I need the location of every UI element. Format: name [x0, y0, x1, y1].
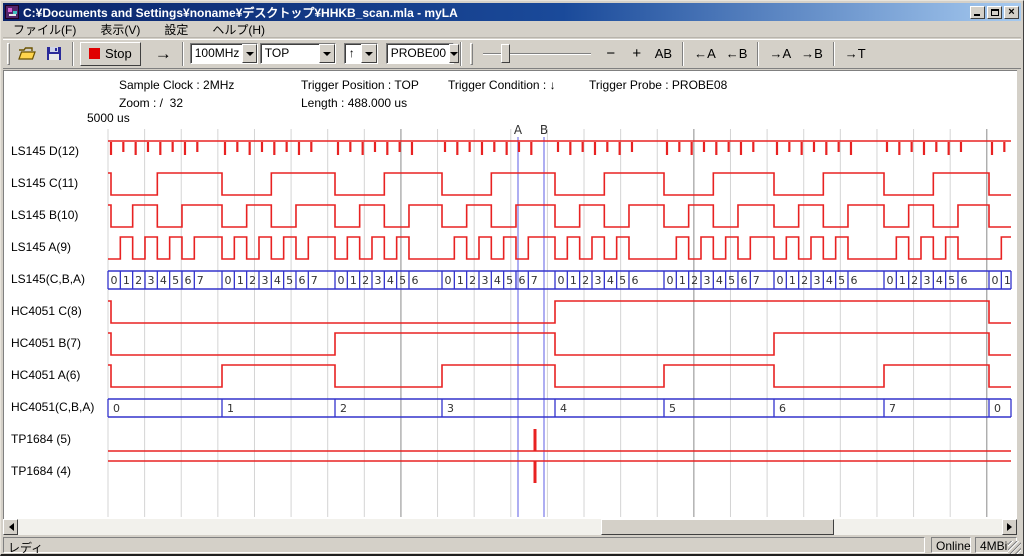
channel-label: TP1684 (4): [11, 464, 71, 478]
channel-label: LS145 A(9): [11, 240, 71, 254]
length-info: Length : 488.000 us: [301, 96, 407, 110]
goto-cursor-a-back-button[interactable]: ←A: [690, 42, 720, 66]
channel-label: LS145(C,B,A): [11, 272, 85, 286]
zoom-slider[interactable]: [483, 43, 591, 65]
minimize-button[interactable]: [970, 6, 985, 19]
scroll-right-icon: [1007, 523, 1016, 531]
status-ready: レディ: [3, 537, 925, 553]
channel-label: LS145 D(12): [11, 144, 79, 158]
toolbar-separator: [460, 42, 462, 66]
sample-clock-info: Sample Clock : 2MHz: [119, 78, 234, 92]
trigger-condition-info: Trigger Condition : ↓: [448, 78, 556, 92]
toolbar-grip: [7, 43, 10, 65]
title-bar: C:¥Documents and Settings¥noname¥デスクトップ¥…: [3, 3, 1021, 21]
horizontal-scrollbar[interactable]: [3, 519, 1017, 535]
save-file-button[interactable]: [42, 42, 66, 66]
maximize-button[interactable]: [987, 6, 1002, 19]
app-icon: [5, 5, 19, 19]
slider-track: [483, 53, 591, 55]
open-folder-icon: [18, 46, 36, 61]
channel-label: HC4051 B(7): [11, 336, 81, 350]
toolbar-separator: [182, 42, 184, 66]
stop-label: Stop: [105, 46, 132, 61]
goto-cursor-b-fwd-button[interactable]: →B: [797, 42, 827, 66]
trigger-edge-value: ↑: [345, 44, 358, 63]
sample-clock-select[interactable]: 100MHz: [190, 43, 258, 64]
sample-clock-value: 100MHz: [191, 44, 243, 63]
toolbar-separator: [72, 42, 74, 66]
toolbar-separator: [757, 42, 759, 66]
toolbar-separator: [682, 42, 684, 66]
close-button[interactable]: ×: [1004, 6, 1019, 19]
status-online: Online: [931, 537, 971, 553]
menu-bar: ファイル(F) 表示(V) 設定 ヘルプ(H): [3, 21, 1021, 38]
open-file-button[interactable]: [14, 42, 40, 66]
save-floppy-icon: [46, 46, 62, 61]
channel-label: LS145 C(11): [11, 176, 78, 190]
resize-grip[interactable]: [1008, 541, 1021, 554]
trigger-position-select[interactable]: TOP: [260, 43, 336, 64]
goto-cursor-a-fwd-button[interactable]: →A: [765, 42, 795, 66]
stop-icon: [89, 48, 100, 59]
channel-label: HC4051(C,B,A): [11, 400, 94, 414]
stop-button[interactable]: Stop: [80, 42, 141, 66]
minimize-icon: [974, 14, 980, 16]
dropdown-arrow-icon[interactable]: [319, 44, 335, 63]
scrollbar-thumb[interactable]: [601, 519, 834, 535]
toolbar-grip: [470, 43, 473, 65]
trigger-position-value: TOP: [261, 44, 292, 63]
dropdown-arrow-icon[interactable]: [361, 44, 377, 63]
zoom-info: Zoom : / 32: [119, 96, 183, 110]
dropdown-arrow-icon[interactable]: [242, 44, 256, 63]
goto-trigger-button[interactable]: →T: [841, 42, 870, 66]
window-title: C:¥Documents and Settings¥noname¥デスクトップ¥…: [23, 4, 968, 21]
dropdown-arrow-icon[interactable]: [449, 44, 459, 63]
channel-label: TP1684 (5): [11, 432, 71, 446]
probe-value: PROBE00: [387, 44, 449, 63]
zoom-out-button[interactable]: −: [599, 42, 623, 66]
probe-select[interactable]: PROBE00: [386, 43, 454, 64]
menu-settings[interactable]: 設定: [156, 20, 196, 39]
trigger-position-info: Trigger Position : TOP: [301, 78, 419, 92]
scroll-right-button[interactable]: [1002, 519, 1017, 535]
toolbar: Stop → 100MHz TOP ↑ PROBE00 − + AB ←A: [3, 39, 1021, 69]
run-button[interactable]: →: [151, 42, 176, 66]
goto-cursor-b-back-button[interactable]: ←B: [722, 42, 752, 66]
scroll-left-icon: [5, 523, 14, 531]
menu-help[interactable]: ヘルプ(H): [204, 20, 273, 39]
zoom-in-button[interactable]: +: [625, 42, 649, 66]
trigger-probe-info: Trigger Probe : PROBE08: [589, 78, 727, 92]
channel-label: HC4051 A(6): [11, 368, 80, 382]
channel-label: HC4051 C(8): [11, 304, 82, 318]
toolbar-separator: [833, 42, 835, 66]
ab-zoom-button[interactable]: AB: [651, 42, 676, 66]
menu-view[interactable]: 表示(V): [92, 20, 148, 39]
channel-label: LS145 B(10): [11, 208, 78, 222]
scroll-left-button[interactable]: [3, 519, 18, 535]
menu-file[interactable]: ファイル(F): [5, 20, 84, 39]
trigger-edge-select[interactable]: ↑: [344, 43, 378, 64]
time-scale-label: 5000 us: [87, 111, 130, 125]
waveform-client-area: [3, 70, 1017, 519]
app-window: C:¥Documents and Settings¥noname¥デスクトップ¥…: [0, 0, 1024, 556]
slider-thumb[interactable]: [501, 44, 510, 63]
close-icon: ×: [1008, 7, 1014, 18]
status-bar: レディ Online 4MBit: [3, 537, 1021, 554]
maximize-icon: [991, 9, 999, 16]
